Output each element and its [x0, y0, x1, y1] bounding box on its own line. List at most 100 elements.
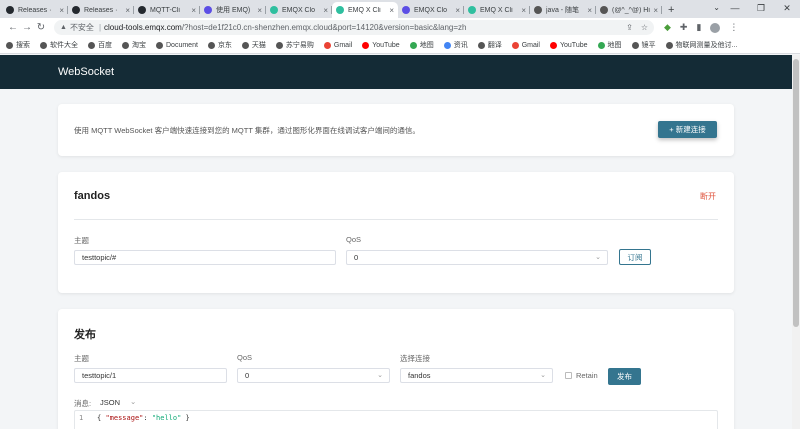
url-path: /?host=de1f21c0.cn-shenzhen.emqx.cloud&p…: [181, 23, 467, 32]
tab-close-icon[interactable]: ×: [191, 6, 196, 15]
message-editor[interactable]: 1 { "message": "hello" }: [74, 410, 718, 429]
subscribe-topic-value: testtopic/#: [82, 253, 117, 262]
bookmark-item[interactable]: 地图: [597, 40, 622, 50]
tab-label: EMQX Clo: [414, 6, 448, 14]
payload-key: "message": [105, 414, 144, 422]
payload-format-select[interactable]: JSON: [100, 398, 120, 407]
github-icon: [6, 6, 14, 14]
back-icon[interactable]: ←: [6, 22, 20, 33]
browser-tab[interactable]: EMQX Clo ×: [398, 2, 464, 18]
divider: [74, 219, 718, 220]
bookmark-item[interactable]: 天猫: [241, 40, 266, 50]
bookmark-star-icon[interactable]: ☆: [641, 23, 648, 32]
tab-close-icon[interactable]: ×: [455, 6, 460, 15]
bookmark-favicon-icon: [6, 41, 13, 49]
publish-qos-label: QoS: [237, 353, 253, 362]
bookmark-favicon-icon: [409, 41, 417, 49]
bookmark-label: 软件大全: [50, 42, 78, 49]
close-window-button[interactable]: ✕: [774, 0, 800, 16]
select-connection-label: 选择连接: [400, 354, 430, 363]
browser-tab[interactable]: java - 随笔 ×: [530, 2, 596, 18]
page-icon: [534, 6, 542, 14]
tab-close-icon[interactable]: ×: [125, 6, 130, 15]
bookmark-item[interactable]: Gmail: [511, 41, 540, 49]
bookmark-item[interactable]: Document: [156, 41, 198, 49]
bookmark-label: 物联网测量及他讨...: [675, 42, 738, 49]
bookmark-label: 翻译: [487, 42, 502, 49]
tab-close-icon[interactable]: ×: [59, 6, 64, 15]
share-icon[interactable]: ⇪: [626, 23, 633, 32]
maximize-button[interactable]: ❐: [748, 0, 774, 16]
publish-qos-select[interactable]: 0 ⌄: [237, 368, 390, 383]
tab-close-icon[interactable]: ×: [389, 6, 394, 15]
bookmark-item[interactable]: 地图: [409, 40, 434, 50]
bookmark-label: 京东: [217, 42, 232, 49]
connection-name: fandos: [74, 190, 111, 202]
profile-avatar-icon[interactable]: [710, 22, 721, 33]
bookmark-item[interactable]: Gmail: [323, 41, 352, 49]
tab-close-icon[interactable]: ×: [257, 6, 262, 15]
menu-kebab-icon[interactable]: ⋮: [729, 22, 738, 33]
publish-topic-value: testtopic/1: [82, 371, 117, 380]
chevron-down-icon: ⌄: [377, 372, 383, 379]
forward-icon[interactable]: →: [20, 22, 34, 33]
tab-close-icon[interactable]: ×: [653, 6, 658, 15]
new-connection-button[interactable]: + 新建连接: [658, 121, 717, 138]
disconnect-link[interactable]: 断开: [700, 191, 716, 202]
browser-tab[interactable]: EMQ X Cli ×: [464, 2, 530, 18]
reload-icon[interactable]: ↻: [34, 22, 48, 33]
bookmark-label: 搜索: [16, 42, 30, 49]
browser-tab[interactable]: Releases · ×: [2, 2, 68, 18]
chevron-down-icon: ⌄: [540, 372, 546, 379]
browser-tab[interactable]: 使用 EMQ) ×: [200, 2, 266, 18]
bookmark-item[interactable]: YouTube: [549, 41, 588, 49]
address-bar[interactable]: ▲ 不安全 | cloud-tools.emqx.com/?host=de1f2…: [54, 20, 654, 35]
tab-label: java - 随笔: [546, 7, 580, 14]
connection-card: fandos 断开 主题 testtopic/# QoS 0 ⌄ 订阅: [58, 172, 734, 293]
tab-close-icon[interactable]: ×: [587, 6, 592, 15]
tab-close-icon[interactable]: ×: [323, 6, 328, 15]
tab-search-icon[interactable]: ⌄: [713, 3, 720, 12]
bookmark-item[interactable]: 镜平: [631, 40, 656, 50]
bookmark-favicon-icon: [88, 41, 95, 49]
publish-topic-input[interactable]: testtopic/1: [74, 368, 227, 383]
bookmark-item[interactable]: 京东: [207, 40, 232, 50]
browser-tab[interactable]: Releases · ×: [68, 2, 134, 18]
browser-tab[interactable]: MQTT-Cli ×: [134, 2, 200, 18]
bookmark-favicon-icon: [156, 41, 163, 49]
page-scrollbar-thumb[interactable]: [793, 59, 799, 327]
bookmark-item[interactable]: 苏宁易购: [275, 40, 314, 50]
side-panel-icon[interactable]: ▮: [696, 22, 701, 33]
extension-icon[interactable]: ◆: [664, 22, 671, 33]
subscribe-topic-input[interactable]: testtopic/#: [74, 250, 336, 265]
publish-button[interactable]: 发布: [608, 368, 641, 385]
bookmark-item[interactable]: 搜索: [6, 40, 30, 50]
bookmark-item[interactable]: 软件大全: [40, 40, 78, 50]
publish-card: 发布 主题 testtopic/1 QoS 0 ⌄ 选择连接 fandos ⌄ …: [58, 309, 734, 429]
bookmark-item[interactable]: 物联网测量及他讨...: [665, 40, 738, 50]
bookmark-item[interactable]: 百度: [88, 40, 112, 50]
subscribe-button[interactable]: 订阅: [619, 249, 651, 265]
browser-tab[interactable]: EMQ X Cli ×: [332, 2, 398, 18]
bookmark-item[interactable]: YouTube: [362, 41, 400, 49]
bookmark-favicon-icon: [631, 41, 639, 49]
extensions-puzzle-icon[interactable]: ✚: [680, 22, 688, 33]
browser-tab[interactable]: EMQX Clo ×: [266, 2, 332, 18]
message-payload: { "message": "hello" }: [97, 414, 190, 422]
publish-topic-label: 主题: [74, 354, 89, 363]
select-connection-select[interactable]: fandos ⌄: [400, 368, 553, 383]
browser-tab[interactable]: (@^_^@) Hi ×: [596, 2, 662, 18]
bookmark-item[interactable]: 淘宝: [122, 40, 146, 50]
subscribe-qos-label: QoS: [346, 235, 362, 244]
bookmark-item[interactable]: 翻译: [477, 40, 502, 50]
minimize-button[interactable]: —: [722, 0, 748, 16]
bookmark-label: 地图: [607, 42, 622, 49]
bookmark-item[interactable]: 资讯: [443, 40, 468, 50]
payload-colon: :: [143, 414, 152, 422]
emqx-icon: [204, 6, 212, 14]
retain-checkbox[interactable]: [565, 372, 572, 379]
new-tab-button[interactable]: +: [668, 2, 674, 18]
bookmark-favicon-icon: [597, 41, 605, 49]
tab-close-icon[interactable]: ×: [521, 6, 526, 15]
subscribe-qos-select[interactable]: 0 ⌄: [346, 250, 608, 265]
